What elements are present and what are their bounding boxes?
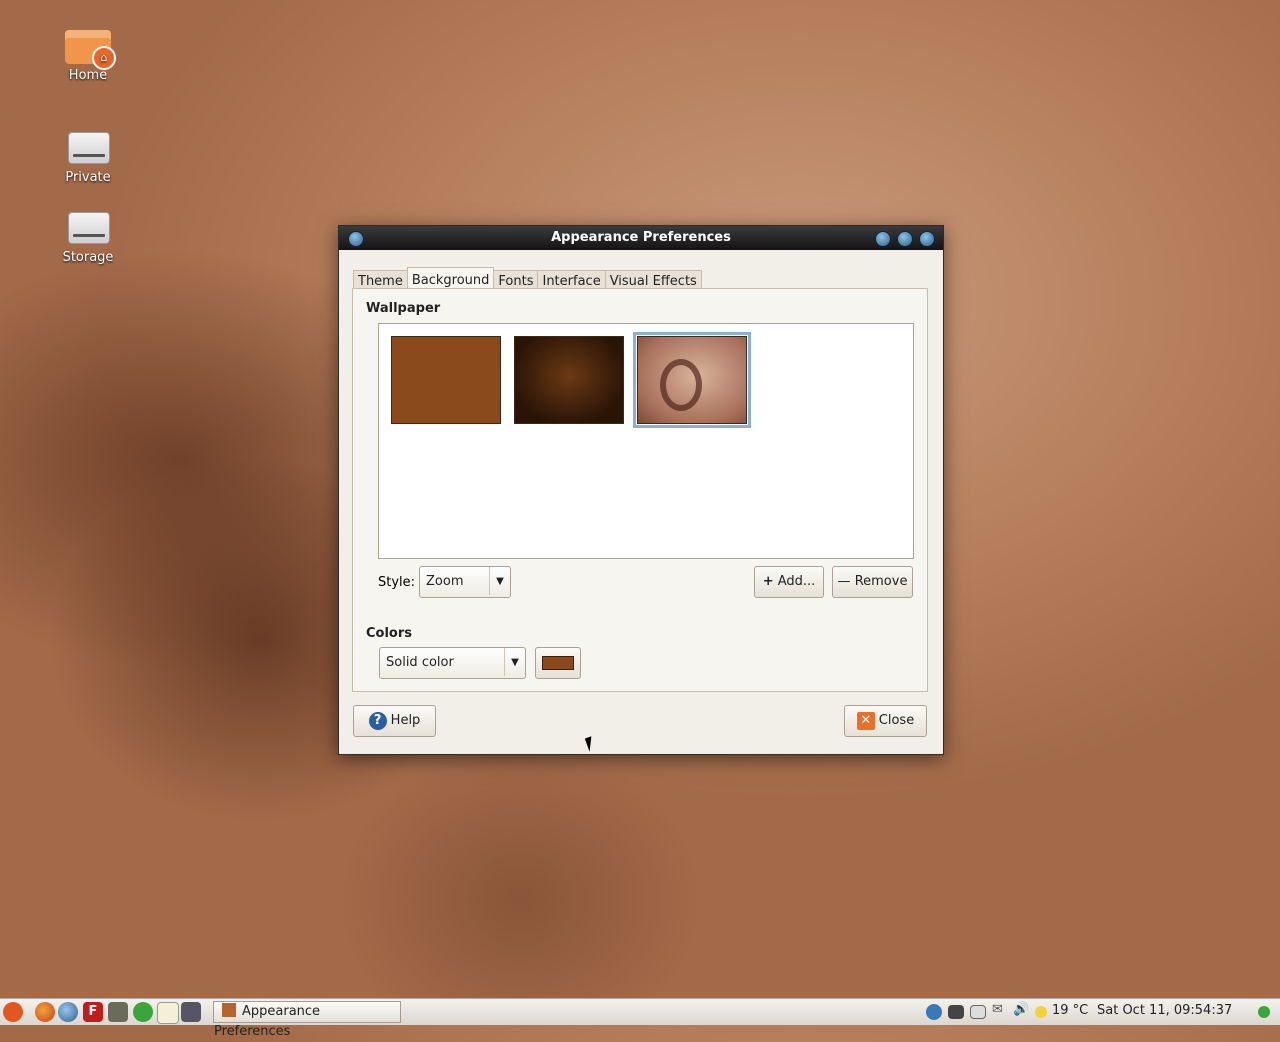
volume-icon[interactable]: 🔊: [1013, 1002, 1033, 1022]
close-button-label: Close: [878, 713, 915, 728]
color-swatch: [542, 656, 574, 670]
style-value: Zoom: [426, 574, 464, 589]
wallpaper-thumb-dark-grunge[interactable]: [514, 336, 624, 424]
color-mode-value: Solid color: [386, 655, 454, 670]
background-panel: Wallpaper Style: Zoom ▼ + Add... — Remov…: [352, 288, 928, 692]
remove-wallpaper-button[interactable]: — Remove: [832, 566, 913, 598]
color-mode-dropdown[interactable]: Solid color ▼: [379, 647, 526, 679]
appearance-preferences-window: Appearance Preferences Theme Background …: [338, 225, 944, 755]
computer-icon[interactable]: [970, 1005, 986, 1019]
gimp-icon[interactable]: [108, 1002, 128, 1022]
network-icon[interactable]: [926, 1004, 942, 1020]
add-wallpaper-button[interactable]: + Add...: [754, 566, 824, 598]
minimize-button[interactable]: [875, 231, 891, 247]
media-player-icon[interactable]: [133, 1002, 153, 1022]
desktop-icon-label: Private: [65, 170, 111, 185]
firefox-icon[interactable]: [35, 1002, 55, 1022]
style-label: Style:: [378, 575, 416, 590]
wallpaper-thumb-solid-brown[interactable]: [391, 336, 501, 424]
home-folder-icon: ⌂: [64, 24, 116, 70]
close-icon: ✕: [856, 711, 875, 730]
desktop-icon-label: Storage: [62, 250, 114, 265]
close-window-button[interactable]: [919, 231, 935, 247]
wallpaper-swirl-decoration: [660, 359, 702, 411]
bottom-panel: F Appearance Preferences ✉ 🔊 19 °C Sat O…: [0, 998, 1280, 1039]
drive-icon: [64, 206, 112, 246]
status-indicator-icon[interactable]: [1258, 1006, 1270, 1018]
ubuntu-menu-icon[interactable]: [3, 1002, 23, 1022]
style-dropdown[interactable]: Zoom ▼: [419, 566, 511, 598]
desktop-icon-label: Home: [68, 68, 108, 83]
add-button-label: Add...: [777, 574, 816, 589]
wallpaper-thumb-ubuntu-grunge[interactable]: [633, 332, 751, 428]
wallpaper-heading: Wallpaper: [366, 301, 441, 316]
window-menu-icon[interactable]: [348, 231, 364, 247]
taskbar-item-appearance-preferences[interactable]: Appearance Preferences: [213, 1001, 401, 1039]
temperature-text[interactable]: 19 °C: [1052, 1003, 1088, 1018]
desktop-icon-storage[interactable]: Storage: [43, 206, 133, 265]
maximize-button[interactable]: [897, 231, 913, 247]
clock-text[interactable]: Sat Oct 11, 09:54:37: [1097, 1003, 1232, 1018]
chevron-down-icon: ▼: [489, 567, 510, 595]
help-button-label: Help: [390, 713, 421, 728]
desktop-icon-private[interactable]: Private: [43, 126, 133, 185]
color-picker-button[interactable]: [535, 647, 581, 679]
help-button[interactable]: ? Help: [353, 705, 436, 737]
filezilla-icon[interactable]: F: [83, 1002, 103, 1022]
plus-icon: +: [762, 574, 774, 589]
minus-icon: —: [837, 574, 851, 589]
window-titlebar[interactable]: Appearance Preferences: [339, 226, 943, 250]
close-button[interactable]: ✕ Close: [844, 705, 927, 737]
weather-sun-icon: [1035, 1006, 1047, 1018]
remove-button-label: Remove: [854, 574, 908, 589]
help-icon: ?: [368, 711, 387, 730]
chevron-down-icon: ▼: [504, 648, 525, 676]
window-title: Appearance Preferences: [551, 230, 731, 245]
appearance-icon: [222, 1003, 236, 1017]
desktop-icon-home[interactable]: ⌂ Home: [43, 24, 133, 83]
display-icon[interactable]: [948, 1005, 964, 1019]
thunderbird-icon[interactable]: [58, 1002, 78, 1022]
text-editor-icon[interactable]: [157, 1002, 179, 1024]
drive-icon: [64, 126, 112, 166]
colors-heading: Colors: [366, 626, 413, 641]
mail-icon[interactable]: ✉: [992, 1002, 1012, 1022]
calculator-icon[interactable]: [181, 1002, 201, 1022]
wallpaper-list[interactable]: [378, 323, 914, 559]
